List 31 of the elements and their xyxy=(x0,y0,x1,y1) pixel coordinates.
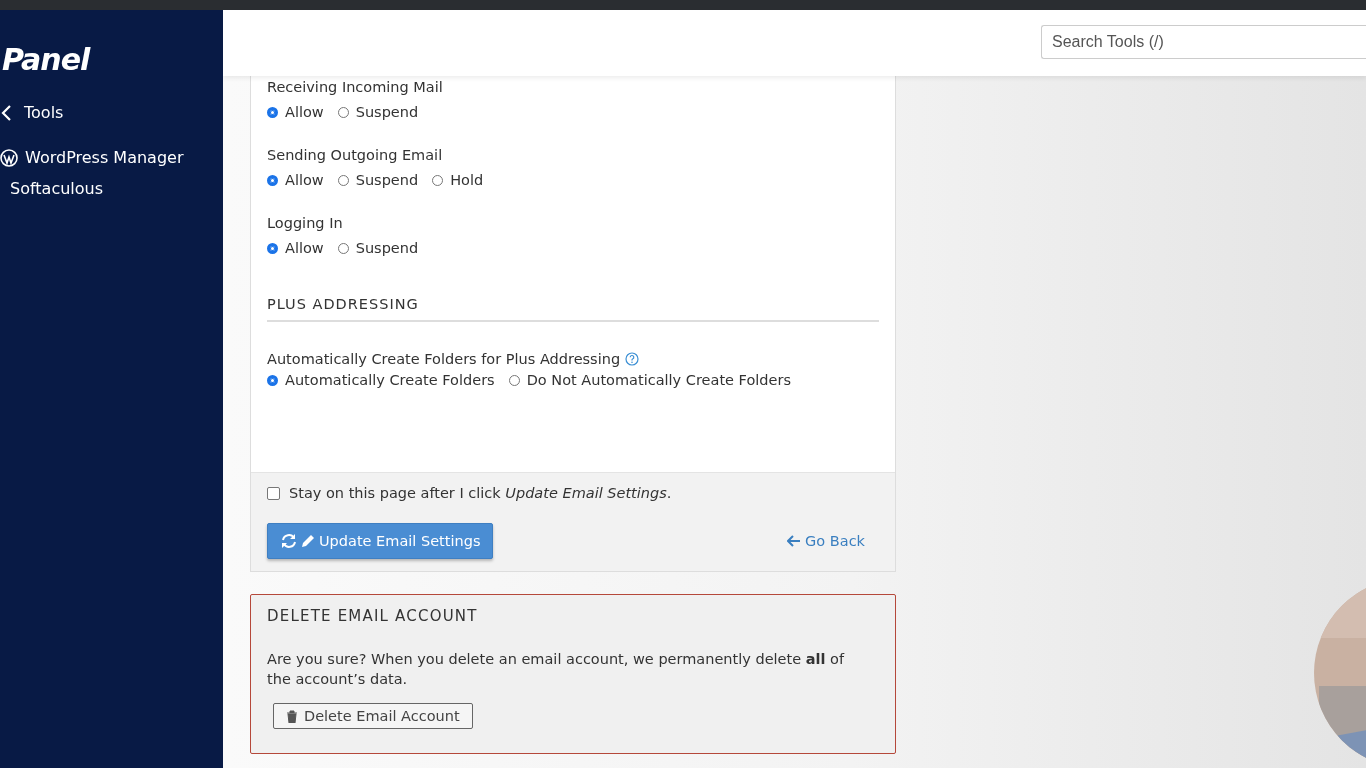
wordpress-icon xyxy=(0,148,18,167)
sidebar-item[interactable]: Softaculous xyxy=(10,179,104,198)
field-label: Logging In xyxy=(267,214,344,233)
pencil-icon xyxy=(301,534,315,548)
help-icon[interactable] xyxy=(625,352,640,366)
chevron-left-icon xyxy=(0,103,12,122)
radio-option[interactable]: Do Not Automatically Create Folders xyxy=(508,372,791,388)
radio-option[interactable]: Allow xyxy=(267,104,324,120)
go-back-link[interactable]: Go Back xyxy=(787,533,865,549)
field-label: Sending Outgoing Email xyxy=(267,146,444,165)
trash-icon xyxy=(286,709,298,723)
radio-option[interactable]: Suspend xyxy=(337,240,419,256)
radio-option[interactable]: Automatically Create Folders xyxy=(267,372,495,388)
section-heading: PLUS ADDRESSING xyxy=(267,284,879,322)
radio-option[interactable]: Allow xyxy=(267,240,324,256)
refresh-icon xyxy=(280,533,297,549)
sidebar-item[interactable]: WordPress Manager xyxy=(0,148,184,167)
radio-option[interactable]: Hold xyxy=(432,172,484,188)
radio-option[interactable]: Suspend xyxy=(337,104,419,120)
radio-option[interactable]: Suspend xyxy=(337,172,419,188)
field-label: Receiving Incoming Mail xyxy=(267,78,444,97)
warning-text: Are you sure? When you delete an email account, we permanently delete all of the account’s data. xyxy=(267,650,846,689)
logo: Panel xyxy=(2,42,90,77)
arrow-left-icon xyxy=(787,535,802,547)
section-heading: DELETE EMAIL ACCOUNT xyxy=(267,607,479,625)
field-label: Automatically Create Folders for Plus Addressing xyxy=(267,351,621,367)
stay-checkbox[interactable]: Stay on this page after I click Update Email Settings. xyxy=(267,485,879,501)
sidebar-item[interactable]: Tools xyxy=(0,103,64,122)
delete-button[interactable]: Delete Email Account xyxy=(273,703,473,729)
search-field[interactable]: Search Tools (/) xyxy=(1041,25,1366,59)
radio-option[interactable]: Allow xyxy=(267,172,324,188)
